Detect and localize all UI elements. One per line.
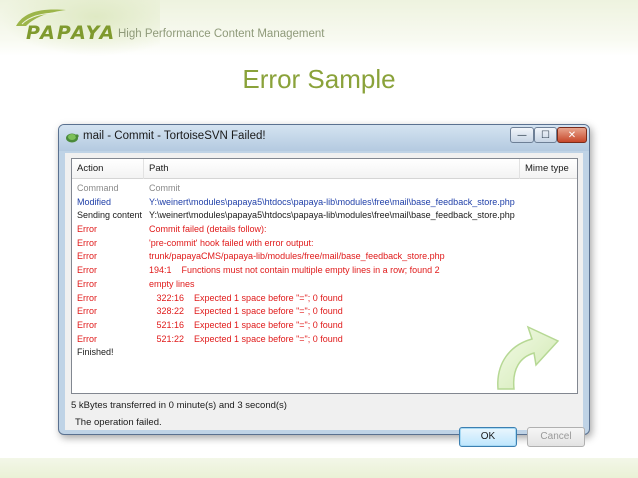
log-row-path: 194:1 Functions must not contain multipl… (149, 265, 440, 276)
log-row-action: Error (77, 333, 97, 344)
log-row-path: 521:22 Expected 1 space before "="; 0 fo… (149, 333, 343, 344)
close-button[interactable]: ✕ (557, 127, 587, 143)
log-row[interactable]: Error empty lines (72, 278, 577, 292)
tortoisesvn-icon (66, 133, 79, 143)
curved-arrow-icon (497, 325, 560, 390)
minimize-button[interactable]: — (510, 127, 534, 143)
log-row-action: Error (77, 237, 97, 248)
log-row-path: 'pre-commit' hook failed with error outp… (149, 237, 314, 248)
log-row-action: Error (77, 306, 97, 317)
log-row[interactable]: Error 'pre-commit' hook failed with error… (72, 237, 577, 251)
ok-button[interactable]: OK (459, 427, 517, 447)
log-row-action: Error (77, 251, 97, 262)
log-row-action: Finished! (77, 347, 114, 358)
list-header: Action Path Mime type (72, 159, 577, 179)
dialog-client-area: Action Path Mime type Command Commit Modif… (65, 153, 585, 447)
logo-text: PAPAYA (26, 22, 117, 44)
log-row[interactable]: Sending content Y:\weinert\modules\papaya… (72, 209, 577, 223)
log-row-path: Y:\weinert\modules\papaya5\htdocs\papaya… (149, 210, 515, 221)
column-header-mime-type[interactable]: Mime type (520, 159, 577, 179)
log-row-path: 521:16 Expected 1 space before "="; 0 fo… (149, 319, 343, 330)
log-row[interactable]: Error Commit failed (details follow): (72, 223, 577, 237)
log-row[interactable]: Error 322:16 Expected 1 space before "="… (72, 292, 577, 306)
log-row-action: Error (77, 265, 97, 276)
window-title: mail - Commit - TortoiseSVN Failed! (83, 130, 266, 142)
log-row[interactable]: Error trunk/papayaCMS/papaya-lib/modules/… (72, 250, 577, 264)
transfer-status: 5 kBytes transferred in 0 minute(s) and … (71, 400, 287, 411)
slide-title: Error Sample (242, 64, 396, 94)
log-row-path: empty lines (149, 278, 195, 289)
log-row[interactable]: Error 194:1 Functions must not contain mu… (72, 264, 577, 278)
commit-log-list[interactable]: Action Path Mime type Command Commit Modif… (71, 158, 578, 394)
log-row-path: Y:\weinert\modules\papaya5\htdocs\papaya… (149, 196, 515, 207)
logo-tagline: High Performance Content Management (118, 28, 325, 40)
operation-message: The operation failed. (75, 417, 162, 428)
log-row[interactable]: Modified Y:\weinert\modules\papaya5\htdoc… (72, 196, 577, 210)
log-row-path: 328:22 Expected 1 space before "="; 0 fo… (149, 306, 343, 317)
column-header-action[interactable]: Action (72, 159, 144, 179)
commit-dialog-window: mail - Commit - TortoiseSVN Failed! — ☐ … (58, 124, 590, 447)
log-row-action: Error (77, 319, 97, 330)
slide-footer (0, 458, 638, 478)
slide-header: PAPAYA High Performance Content Manageme… (0, 0, 638, 56)
log-row-action: Error (77, 292, 97, 303)
log-row-action: Sending content (77, 210, 143, 221)
window-titlebar[interactable]: mail - Commit - TortoiseSVN Failed! — ☐ … (59, 125, 589, 151)
log-row-path: trunk/papayaCMS/papaya-lib/modules/free/… (149, 251, 445, 262)
cancel-button[interactable]: Cancel (527, 427, 585, 447)
log-row-path: Commit failed (details follow): (149, 224, 267, 235)
log-row-action: Error (77, 224, 97, 235)
column-header-path[interactable]: Path (144, 159, 520, 179)
log-row-path: 322:16 Expected 1 space before "="; 0 fo… (149, 292, 343, 303)
log-row-action: Command (77, 183, 119, 193)
log-row[interactable]: Command Commit (72, 182, 577, 196)
maximize-button[interactable]: ☐ (534, 127, 557, 143)
log-row-action: Modified (77, 196, 112, 207)
log-row-action: Error (77, 278, 97, 289)
log-row-path: Commit (149, 183, 180, 193)
